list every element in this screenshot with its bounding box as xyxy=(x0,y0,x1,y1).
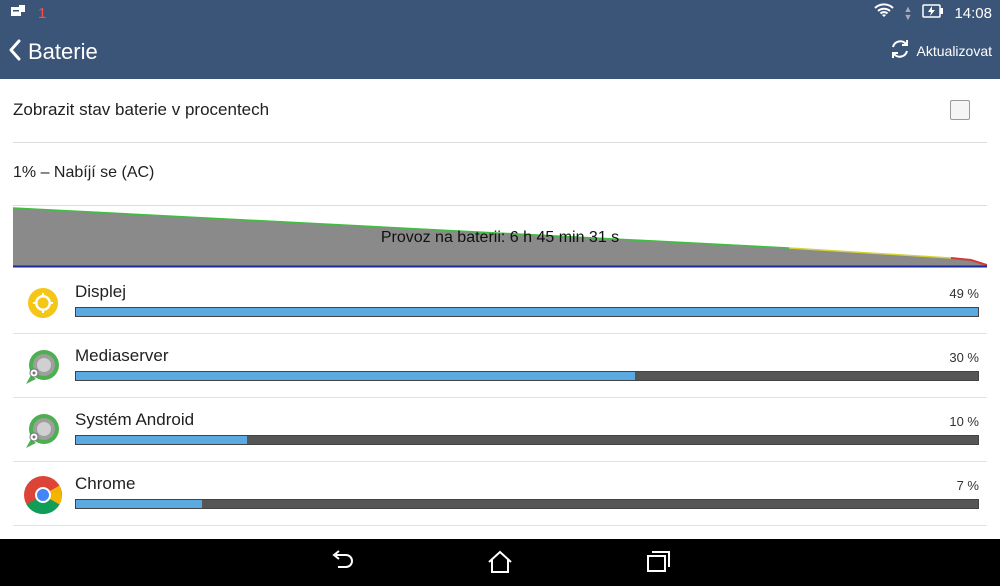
app-usage-row[interactable]: Mediaserver 30 % xyxy=(13,334,987,398)
navigation-bar xyxy=(0,539,1000,586)
app-usage-row[interactable]: Systém Android 10 % xyxy=(13,398,987,462)
app-bar: Baterie Aktualizovat xyxy=(0,26,1000,79)
battery-status-text: 1% – Nabíjí se (AC) xyxy=(13,164,155,181)
signal-arrows-icon: ▲ ▼ xyxy=(903,4,913,22)
battery-runtime-label: Provoz na baterii: 6 h 45 min 31 s xyxy=(380,229,620,246)
status-bar-right: ▲ ▼ 14:08 xyxy=(873,3,992,23)
page-title: Baterie xyxy=(28,39,98,64)
app-percent: 10 % xyxy=(949,414,979,429)
battery-status-row: 1% – Nabíjí se (AC) xyxy=(13,143,987,206)
app-percent: 7 % xyxy=(956,478,979,493)
brightness-icon xyxy=(23,283,63,323)
usage-bar xyxy=(75,307,979,317)
app-name: Mediaserver xyxy=(75,346,169,365)
nav-recents-button[interactable] xyxy=(644,549,672,575)
usage-bar-fill xyxy=(76,436,248,444)
show-percent-label: Zobrazit stav baterie v procentech xyxy=(13,100,270,119)
app-percent: 30 % xyxy=(949,350,979,365)
show-percent-checkbox[interactable] xyxy=(950,100,970,120)
status-bar-left: 1 xyxy=(10,4,46,23)
recents-icon xyxy=(647,551,670,572)
battery-charging-icon xyxy=(922,4,944,22)
android-system-icon xyxy=(23,411,63,451)
app-name: Displej xyxy=(75,282,127,301)
refresh-label: Aktualizovat xyxy=(916,42,992,59)
clock: 14:08 xyxy=(954,4,992,22)
usage-bar xyxy=(75,499,979,509)
status-bar: 1 ▲ ▼ 14:08 xyxy=(0,0,1000,26)
notification-count: 1 xyxy=(38,5,47,22)
nav-home-button[interactable] xyxy=(486,549,514,575)
refresh-button[interactable]: Aktualizovat xyxy=(889,38,992,63)
back-arrow-icon xyxy=(332,550,353,568)
usage-bar-fill xyxy=(76,308,978,316)
app-name: Systém Android xyxy=(75,410,195,429)
app-name: Chrome xyxy=(75,474,136,493)
wifi-icon xyxy=(873,3,894,23)
back-button[interactable]: Baterie xyxy=(8,36,98,68)
home-icon xyxy=(488,550,512,573)
usage-bar xyxy=(75,371,979,381)
app-usage-row[interactable]: Displej 49 % xyxy=(13,270,987,334)
nav-back-button[interactable] xyxy=(328,549,356,575)
usage-bar-fill xyxy=(76,372,636,380)
refresh-icon xyxy=(889,38,911,63)
usage-bar-fill xyxy=(76,500,203,508)
app-usage-row[interactable]: Chrome 7 % xyxy=(13,462,987,526)
show-percent-setting[interactable]: Zobrazit stav baterie v procentech xyxy=(13,80,987,143)
android-system-icon xyxy=(23,347,63,387)
chrome-icon xyxy=(23,475,63,515)
battery-graph[interactable]: Provoz na baterii: 6 h 45 min 31 s xyxy=(13,206,987,268)
app-usage-list: Displej 49 % Mediaserver 30 % Systém Android… xyxy=(13,270,987,526)
app-percent: 49 % xyxy=(949,286,979,301)
usage-bar xyxy=(75,435,979,445)
notification-icon xyxy=(10,4,26,23)
chevron-left-icon xyxy=(8,39,22,66)
